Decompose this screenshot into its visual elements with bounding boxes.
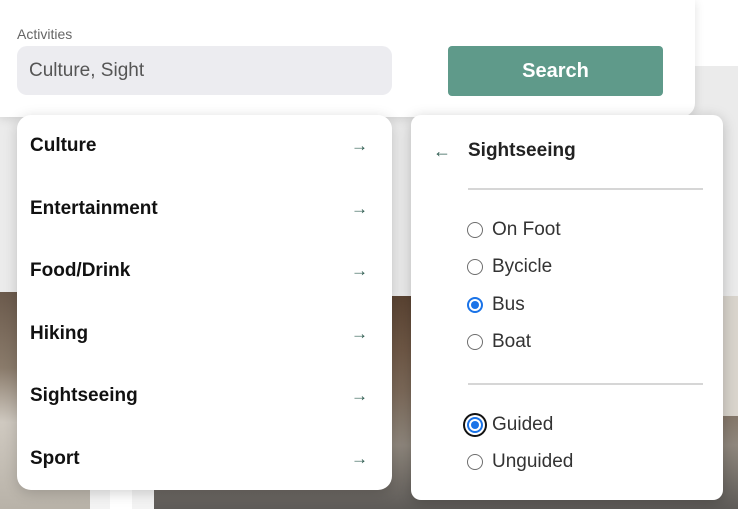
category-item-sport[interactable]: Sport → [17, 439, 392, 479]
radio-on-foot[interactable] [467, 222, 483, 238]
option-label: Unguided [492, 451, 574, 472]
divider [468, 383, 703, 385]
option-bycicle[interactable]: Bycicle [467, 255, 552, 279]
activities-label: Activities [17, 26, 73, 42]
activities-input[interactable]: Culture, Sight [17, 46, 392, 95]
sightseeing-options-panel: ← Sightseeing On Foot Bycicle Bus Boat G… [411, 115, 723, 500]
radio-bus[interactable] [467, 297, 483, 313]
category-menu: Culture → Entertainment → Food/Drink → H… [17, 115, 392, 490]
search-header-card: Activities Culture, Sight Search [0, 0, 695, 117]
arrow-right-icon: → [351, 136, 368, 155]
category-label: Hiking [30, 323, 89, 344]
option-bus[interactable]: Bus [467, 293, 525, 317]
category-label: Entertainment [30, 198, 158, 219]
radio-bycicle[interactable] [467, 259, 483, 275]
category-item-sightseeing[interactable]: Sightseeing → [17, 376, 392, 416]
option-unguided[interactable]: Unguided [467, 450, 573, 474]
option-guided[interactable]: Guided [467, 413, 553, 437]
category-item-entertainment[interactable]: Entertainment → [17, 189, 392, 229]
arrow-right-icon: → [351, 386, 368, 405]
background-strip [695, 0, 738, 66]
option-on-foot[interactable]: On Foot [467, 218, 561, 242]
radio-guided[interactable] [467, 417, 483, 433]
arrow-right-icon: → [351, 199, 368, 218]
category-label: Culture [30, 135, 97, 156]
arrow-right-icon: → [351, 261, 368, 280]
option-label: On Foot [492, 219, 561, 240]
option-boat[interactable]: Boat [467, 330, 531, 354]
arrow-right-icon: → [351, 449, 368, 468]
option-label: Bycicle [492, 256, 553, 277]
category-label: Sightseeing [30, 385, 138, 406]
category-item-food-drink[interactable]: Food/Drink → [17, 251, 392, 291]
option-label: Boat [492, 331, 532, 352]
option-label: Guided [492, 414, 554, 435]
option-label: Bus [492, 294, 525, 315]
category-label: Sport [30, 448, 80, 469]
arrow-right-icon: → [351, 324, 368, 343]
radio-unguided[interactable] [467, 454, 483, 470]
divider [468, 188, 703, 190]
category-label: Food/Drink [30, 260, 131, 281]
radio-boat[interactable] [467, 334, 483, 350]
panel-title: Sightseeing [468, 140, 576, 161]
category-item-culture[interactable]: Culture → [17, 126, 392, 166]
search-button[interactable]: Search [448, 46, 663, 96]
back-arrow-icon[interactable]: ← [433, 141, 451, 162]
category-item-hiking[interactable]: Hiking → [17, 314, 392, 354]
